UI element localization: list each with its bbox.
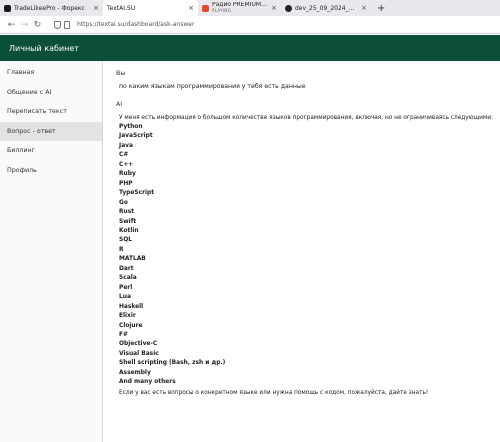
reload-icon[interactable]: ↻ xyxy=(31,20,44,30)
url-bar[interactable]: https://textai.su/dashboard/ask-answer xyxy=(54,20,194,29)
language-list-item: Objective-C xyxy=(119,341,158,348)
language-list-item: Clojure xyxy=(119,322,143,329)
user-label: Вы xyxy=(116,70,126,77)
user-message: по каким языкам программирования у тебя … xyxy=(119,83,306,90)
tab-title: TradeLikeePro - Форекс xyxy=(14,4,85,12)
language-list-item: Swift xyxy=(119,218,137,225)
sidebar-item-home[interactable]: Главная xyxy=(0,63,102,83)
language-list-item: Dart xyxy=(119,265,134,272)
language-list-item: And many others xyxy=(119,379,176,386)
close-tab-icon[interactable]: × xyxy=(188,4,194,12)
browser-tab[interactable]: dev_25_09_2024_2 by Gi × xyxy=(281,0,371,16)
language-list: Python JavaScript Java C# C++ Ruby PHP TypeScri… xyxy=(119,123,500,388)
language-list-item: Elixir xyxy=(119,313,136,320)
sidebar-item-billing[interactable]: Биллинг xyxy=(0,141,102,161)
tab-title: TextAI.SU xyxy=(107,4,136,12)
language-list-item: TypeScript xyxy=(119,190,155,197)
tab-favicon-icon xyxy=(202,4,209,12)
language-list-item: Python xyxy=(119,124,143,130)
page-title: Личный кабинет xyxy=(9,43,79,53)
ai-message: У меня есть информация о большом количес… xyxy=(116,113,500,398)
browser-tab[interactable]: Радио PREMIUM | ПРЕМ PLAYING × xyxy=(198,0,281,16)
language-list-item: Lua xyxy=(119,294,131,301)
browser-tab-active[interactable]: TextAI.SU × xyxy=(103,0,198,16)
url-text[interactable]: https://textai.su/dashboard/ask-answer xyxy=(77,21,194,28)
language-list-item: Haskell xyxy=(119,303,144,310)
language-list-item: R xyxy=(119,246,124,253)
language-list-item: MATLAB xyxy=(119,256,146,263)
ai-message-outro: Если у вас есть вопросы о конкретном язы… xyxy=(119,389,429,396)
forward-arrow-icon[interactable]: → xyxy=(18,20,31,30)
language-list-item: SQL xyxy=(119,237,133,244)
language-list-item: Go xyxy=(119,199,128,206)
language-list-item: Assembly xyxy=(119,369,151,376)
language-list-item: Scala xyxy=(119,275,137,282)
sidebar-item-rewrite-text[interactable]: Переписать текст xyxy=(0,102,102,122)
browser-nav-bar: ← → ↻ https://textai.su/dashboard/ask-an… xyxy=(0,16,500,34)
language-list-item: JavaScript xyxy=(119,133,153,140)
tab-favicon-icon xyxy=(4,4,11,12)
page-info-icon[interactable] xyxy=(64,20,70,29)
sidebar-item-profile[interactable]: Профиль xyxy=(0,161,102,181)
sidebar: Главная Общение с AI Переписать текст Во… xyxy=(0,61,103,442)
language-list-item: Shell scripting (Bash, zsh и др.) xyxy=(119,360,226,367)
language-list-item: C++ xyxy=(119,161,134,168)
back-arrow-icon[interactable]: ← xyxy=(5,20,18,30)
language-list-item: Rust xyxy=(119,209,135,216)
tab-playing-status: PLAYING xyxy=(212,8,231,13)
language-list-item: Java xyxy=(119,142,133,149)
close-tab-icon[interactable]: × xyxy=(93,4,99,12)
language-list-item: C# xyxy=(119,152,129,159)
sidebar-item-question-answer[interactable]: Вопрос - ответ xyxy=(0,121,102,141)
ai-message-intro: У меня есть информация о большом количес… xyxy=(119,115,493,121)
ai-label: AI xyxy=(116,101,123,108)
app-header: Личный кабинет xyxy=(0,35,500,61)
language-list-item: Kotlin xyxy=(119,227,139,234)
close-tab-icon[interactable]: × xyxy=(271,4,277,12)
close-tab-icon[interactable]: × xyxy=(361,4,367,12)
shield-icon[interactable] xyxy=(54,20,61,29)
language-list-item: Visual Basic xyxy=(119,350,159,357)
browser-tab[interactable]: TradeLikeePro - Форекс × xyxy=(0,0,103,16)
github-icon xyxy=(285,4,292,12)
language-list-item: F# xyxy=(119,331,128,338)
language-list-item: PHP xyxy=(119,180,133,187)
new-tab-button[interactable]: + xyxy=(371,0,391,16)
language-list-item: Perl xyxy=(119,284,133,291)
tab-title: dev_25_09_2024_2 by Gi xyxy=(295,4,359,12)
chat-area: Вы по каким языкам программирования у те… xyxy=(103,61,500,442)
browser-tab-bar: TradeLikeePro - Форекс × TextAI.SU × Рад… xyxy=(0,0,500,16)
language-list-item: Ruby xyxy=(119,171,136,178)
sidebar-item-chat-ai[interactable]: Общение с AI xyxy=(0,83,102,103)
